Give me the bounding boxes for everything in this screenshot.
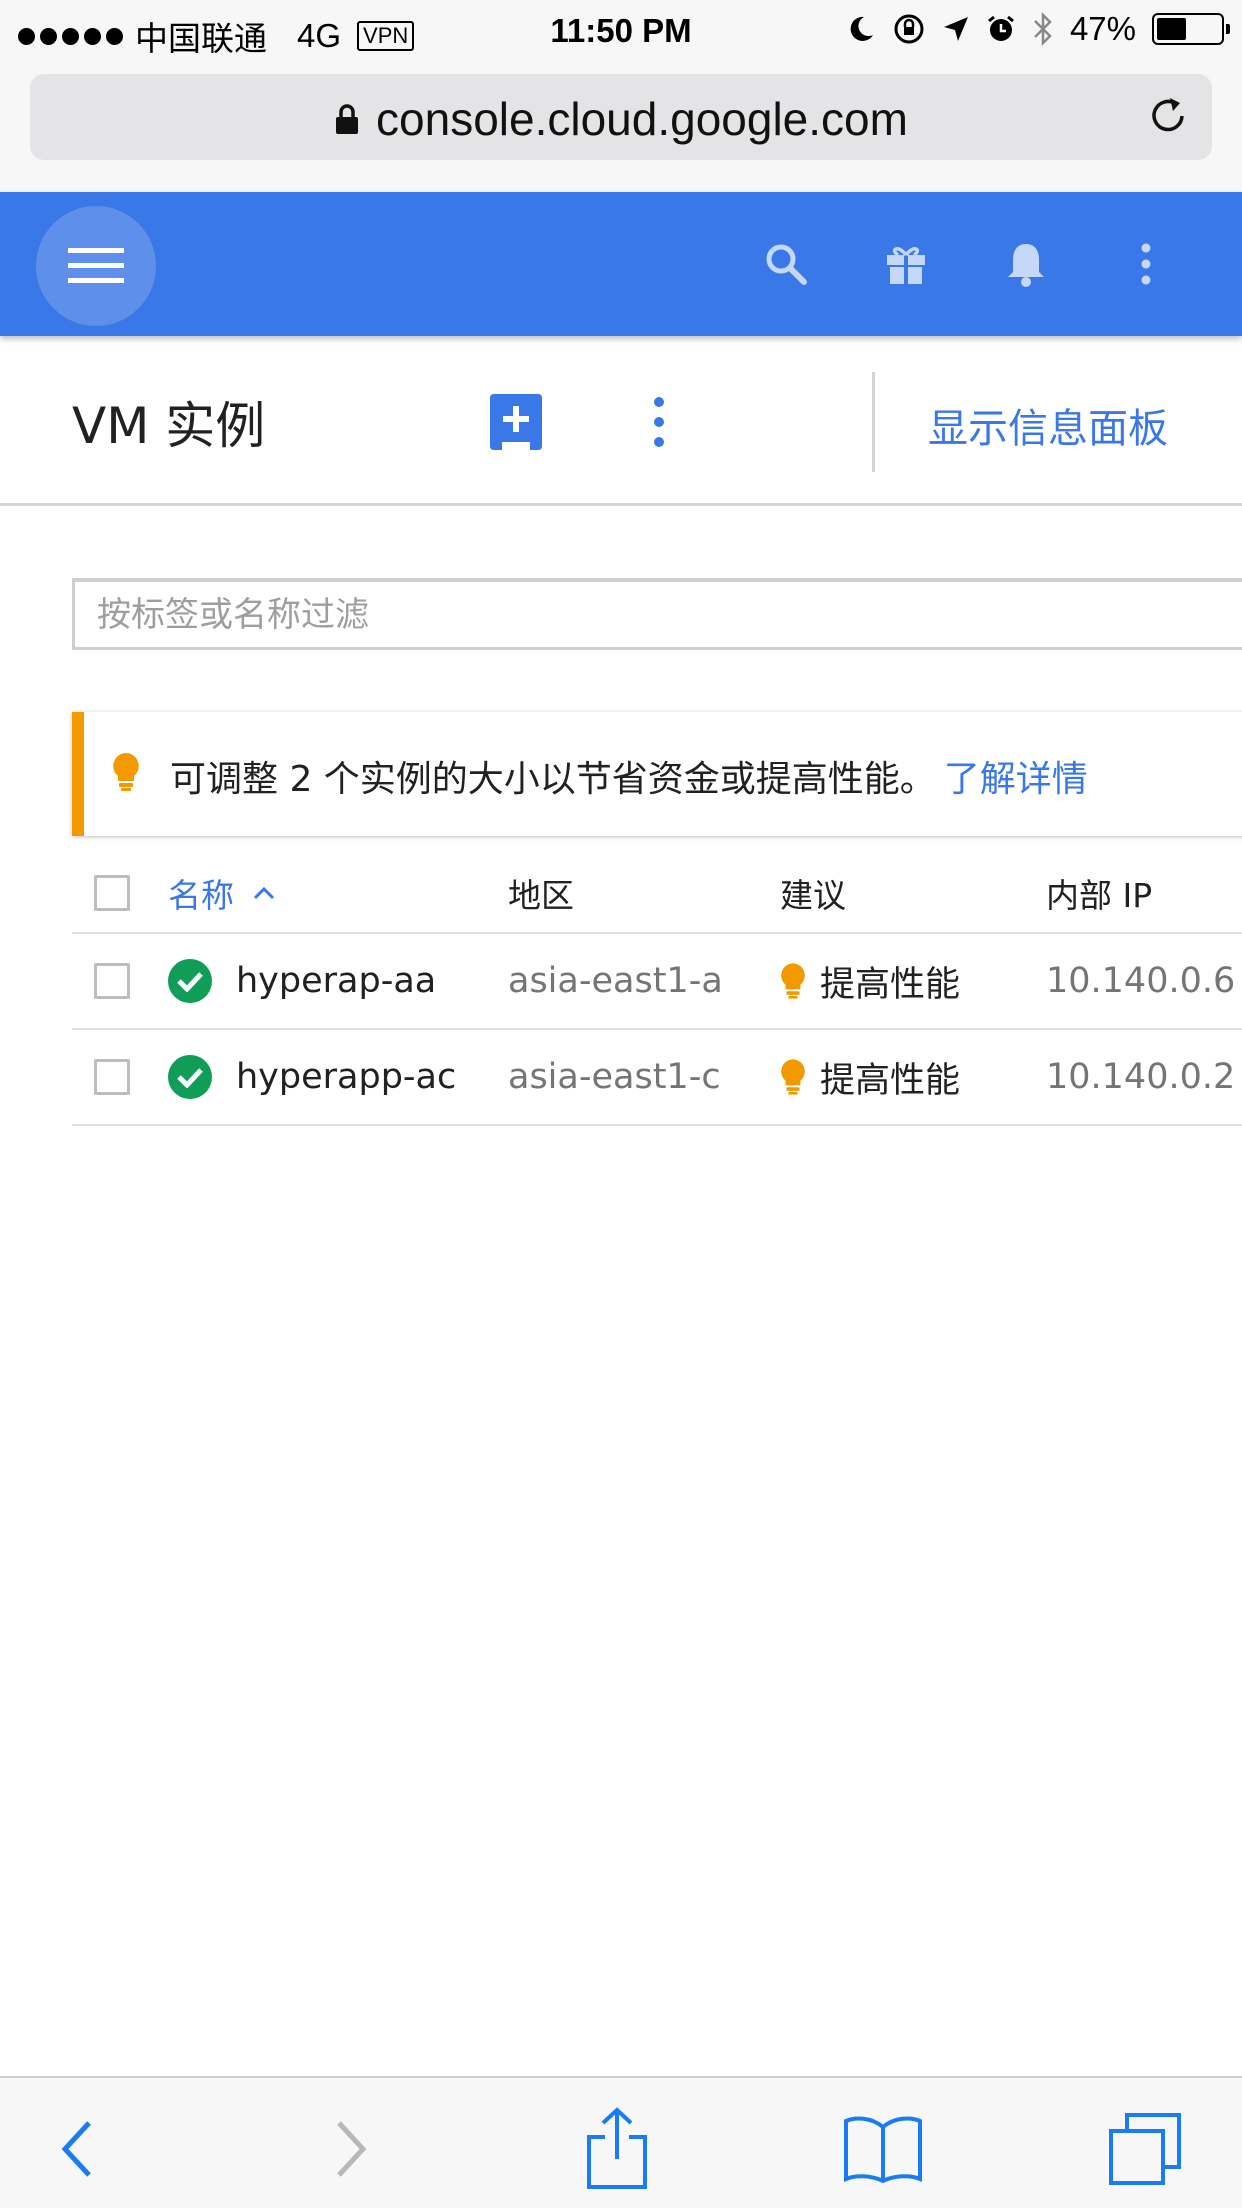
page-title: VM 实例 [72,397,266,455]
column-header-recommendation[interactable]: 建议 [780,854,846,932]
column-header-name[interactable]: 名称 [168,854,276,932]
gift-icon [887,247,925,284]
add-box-icon [490,394,542,450]
table-row[interactable]: hyperap-aa asia-east1-a 提高性能 10.140.0.6 [72,934,1242,1030]
column-header-name-label: 名称 [168,876,234,915]
reload-icon[interactable] [1146,94,1190,138]
recommendation-text: 提高性能 [820,1060,961,1101]
show-info-panel-link[interactable]: 显示信息面板 [928,396,1168,454]
table-header: 名称 地区 建议 内部 IP [72,854,1242,934]
alarm-icon [988,15,1014,41]
app-bar [0,192,1242,336]
status-bar: 中国联通 4G VPN 11:50 PM 47% [0,0,1242,62]
menu-icon [68,248,124,283]
banner-message: 可调整 2 个实例的大小以节省资金或提高性能。 了解详情 [170,750,1088,802]
internal-ip: 10.140.0.2 [1046,1057,1236,1097]
more-vert-icon [1141,243,1151,285]
tabs-button[interactable] [1100,2104,1190,2194]
battery-percent: 47% [1069,10,1136,47]
more-vert-icon [654,397,664,447]
header-divider [872,372,875,472]
lock-icon [336,104,359,134]
recommendation-cell[interactable]: 提高性能 [780,1030,960,1124]
browser-toolbar [0,2076,1242,2208]
lightbulb-icon [113,753,139,791]
share-button[interactable] [572,2104,662,2194]
tabs-icon [1109,2113,1181,2185]
orientation-lock-icon [894,14,924,44]
row-select-cell [94,934,130,1028]
row-checkbox[interactable] [94,1059,130,1095]
instance-name[interactable]: hyperap-aa [236,961,436,1001]
lightbulb-icon [780,962,806,1000]
url-text: console.cloud.google.com [376,93,908,145]
instance-zone: asia-east1-a [508,961,723,1001]
check-circle-icon [168,959,212,1003]
notifications-button[interactable] [996,234,1056,294]
instance-zone: asia-east1-c [508,1057,721,1097]
instance-name-cell: hyperap-aa [168,934,436,1028]
recommendation-banner: 可调整 2 个实例的大小以节省资金或提高性能。 了解详情 [72,712,1242,836]
gift-button[interactable] [876,234,936,294]
recommendation-cell[interactable]: 提高性能 [780,934,960,1028]
location-arrow-icon [943,17,968,41]
status-bar-right: 47% [846,10,1230,48]
instance-name[interactable]: hyperapp-ac [236,1057,456,1097]
create-instance-button[interactable] [490,394,542,454]
banner-text: 可调整 2 个实例的大小以节省资金或提高性能。 [170,759,936,800]
forward-button[interactable] [306,2104,396,2194]
page-more-button[interactable] [640,396,678,452]
back-arrow-icon [61,2121,91,2177]
row-checkbox[interactable] [94,963,130,999]
internal-ip: 10.140.0.6 [1046,961,1236,1001]
check-circle-icon [168,1055,212,1099]
column-header-internal-ip[interactable]: 内部 IP [1046,854,1152,932]
back-button[interactable] [32,2104,122,2194]
sort-ascending-icon [253,886,275,900]
instances-table: 名称 地区 建议 内部 IP hyperap-aa asia-east1-a 提… [72,854,1242,1126]
bookmarks-book-icon [844,2116,922,2183]
lightbulb-icon [780,1058,806,1096]
select-all-checkbox[interactable] [94,875,130,911]
moon-icon [850,16,873,41]
address-bar-content[interactable]: console.cloud.google.com [30,92,1212,146]
instance-name-cell: hyperapp-ac [168,1030,456,1124]
menu-button[interactable] [36,206,156,326]
share-icon [587,2107,647,2189]
more-options-button[interactable] [1116,234,1176,294]
bluetooth-icon [1034,12,1052,46]
column-header-zone[interactable]: 地区 [508,854,574,932]
search-icon [766,244,807,285]
row-select-cell [94,1030,130,1124]
bell-icon [1008,244,1044,287]
address-bar[interactable]: console.cloud.google.com [30,74,1212,160]
forward-arrow-icon [337,2121,367,2177]
learn-more-link[interactable]: 了解详情 [944,759,1088,800]
battery-icon [1152,13,1230,45]
bookmarks-button[interactable] [838,2104,928,2194]
page-header: VM 实例 显示信息面板 [0,336,1242,506]
browser-chrome: console.cloud.google.com [0,62,1242,192]
select-all-cell [94,854,130,932]
table-row[interactable]: hyperapp-ac asia-east1-c 提高性能 10.140.0.2 [72,1030,1242,1126]
search-button[interactable] [756,234,816,294]
filter-input[interactable]: 按标签或名称过滤 [72,578,1242,650]
recommendation-text: 提高性能 [820,964,961,1005]
